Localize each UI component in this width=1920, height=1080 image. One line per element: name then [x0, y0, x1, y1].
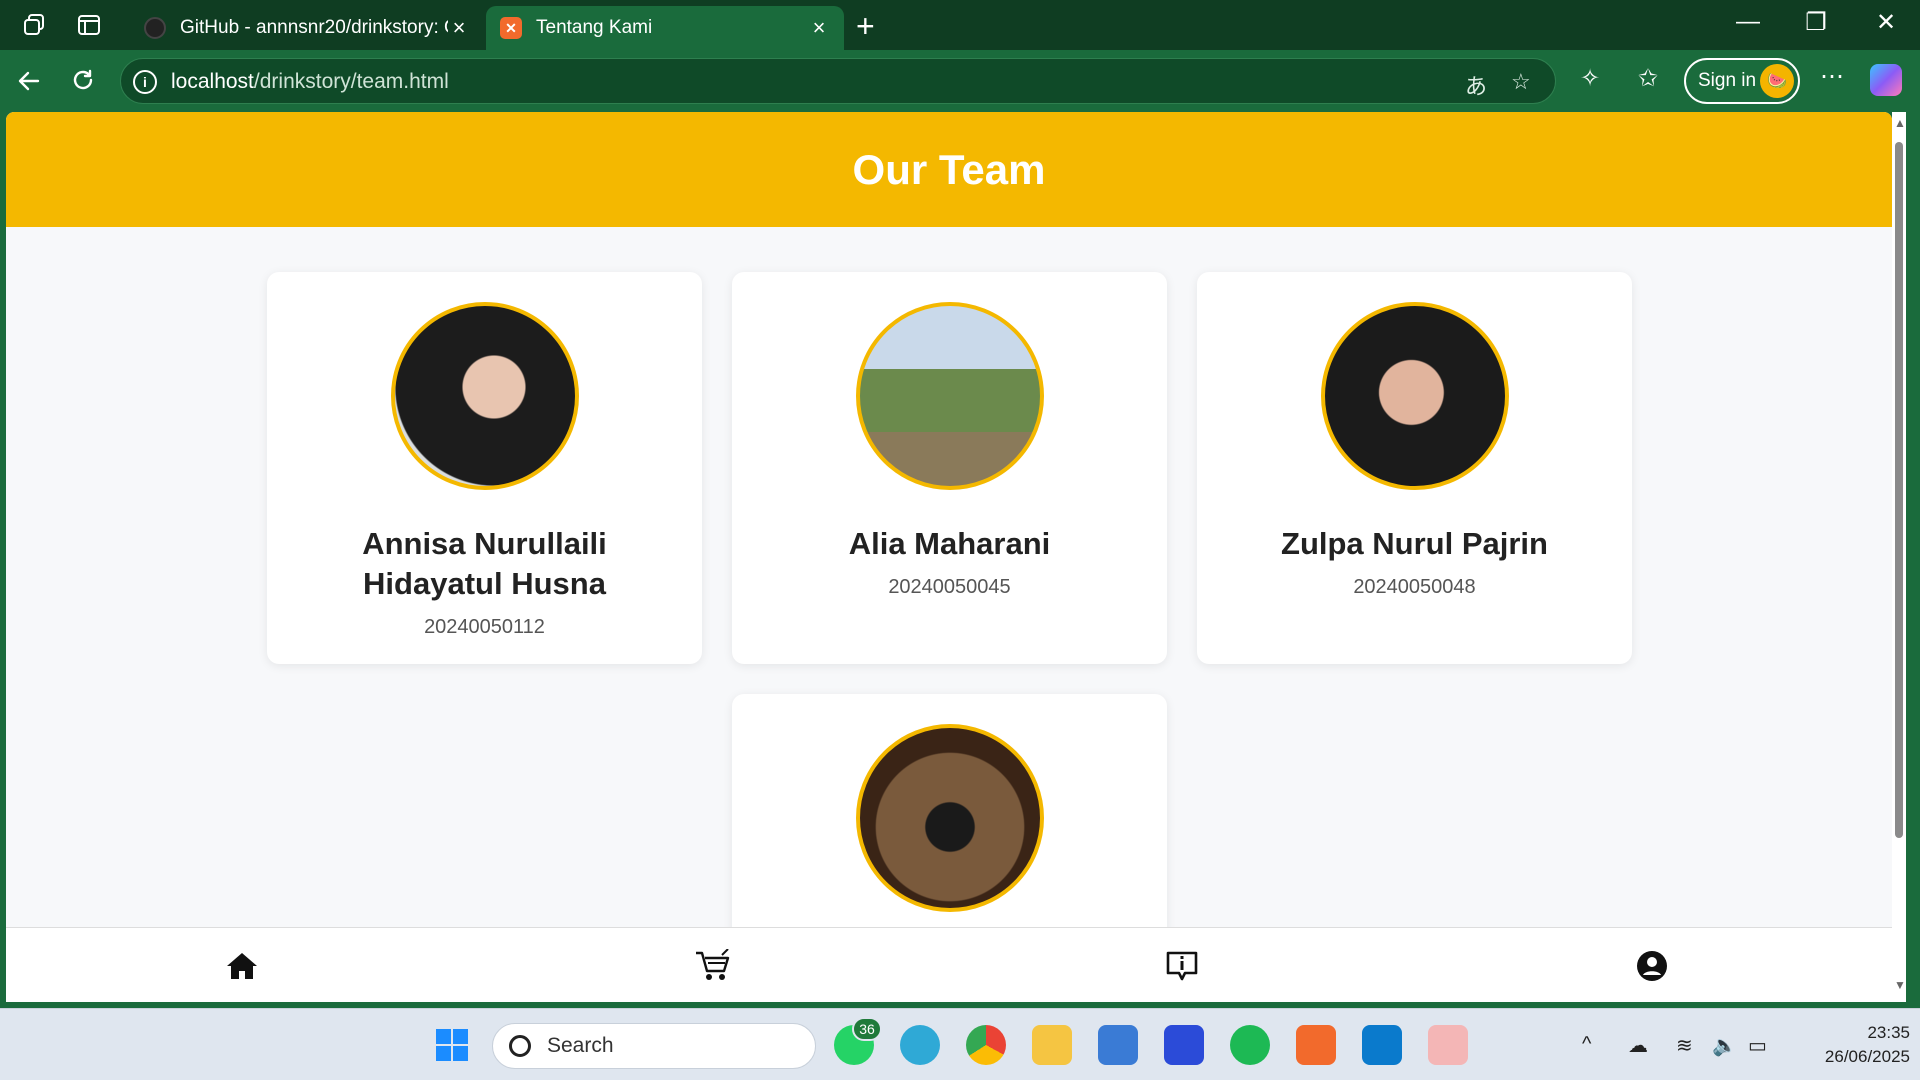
windows-taskbar: Search 36 ^ ☁ ≋ 🔈 ▭ 23:35 26/06/2025	[0, 1008, 1920, 1080]
bottom-navigation	[6, 927, 1892, 1002]
member-nim: 20240050048	[1353, 576, 1476, 598]
favorites-icon[interactable]: ✩	[1638, 64, 1658, 93]
scroll-down-icon[interactable]: ▼	[1894, 978, 1906, 992]
copilot-icon[interactable]	[1870, 64, 1902, 96]
url-text[interactable]: localhost/drinkstory/team.html	[171, 70, 449, 94]
xampp-app-icon[interactable]	[1296, 1025, 1336, 1065]
close-window-button[interactable]: ✕	[1856, 8, 1916, 37]
page-header: Our Team	[6, 112, 1892, 227]
workspaces-icon[interactable]	[20, 10, 50, 40]
more-menu-icon[interactable]: ⋯	[1820, 62, 1844, 91]
clock[interactable]: 23:35 26/06/2025	[1790, 1021, 1910, 1069]
onedrive-icon[interactable]: ☁	[1628, 1033, 1648, 1058]
member-photo	[856, 724, 1044, 912]
info-icon[interactable]	[1162, 946, 1202, 986]
restore-button[interactable]: ❐	[1786, 8, 1846, 37]
search-icon	[509, 1035, 531, 1057]
member-nim: 20240050112	[424, 616, 545, 638]
member-name: Annisa Nurullaili Hidayatul Husna	[362, 526, 607, 601]
tab-actions-icon[interactable]	[74, 10, 104, 40]
tab-title: Tentang Kami	[536, 17, 653, 38]
close-tab-icon[interactable]: ×	[808, 15, 830, 41]
team-card: Alia Maharani 20240050045	[732, 272, 1167, 664]
battery-icon[interactable]: ▭	[1748, 1033, 1767, 1058]
team-card: Annisa Nurullaili Hidayatul Husna 202400…	[267, 272, 702, 664]
refresh-button[interactable]	[64, 62, 102, 100]
taskbar-search[interactable]: Search	[492, 1023, 816, 1069]
member-photo	[391, 302, 579, 490]
extensions-icon[interactable]: ✧	[1580, 64, 1600, 93]
page-scrollbar[interactable]: ▲ ▼	[1892, 112, 1906, 1002]
page-viewport: Our Team Annisa Nurullaili Hidayatul Hus…	[6, 112, 1892, 1002]
search-label: Search	[547, 1034, 614, 1057]
sign-in-button[interactable]: Sign in 🍉	[1684, 58, 1800, 104]
member-name: Alia Maharani	[848, 526, 1051, 561]
favorite-star-icon[interactable]: ☆	[1511, 69, 1531, 95]
github-icon	[144, 17, 166, 39]
scroll-up-icon[interactable]: ▲	[1894, 116, 1906, 130]
page-title: Our Team	[852, 145, 1046, 193]
file-explorer-icon[interactable]	[1032, 1025, 1072, 1065]
snipping-tool-icon[interactable]	[1428, 1025, 1468, 1065]
volume-icon[interactable]: 🔈	[1712, 1033, 1737, 1058]
team-card: Zulpa Nurul Pajrin 20240050048	[1197, 272, 1632, 664]
member-name: Zulpa Nurul Pajrin	[1281, 526, 1548, 561]
browser-toolbar: i localhost/drinkstory/team.html あ ☆	[0, 50, 1920, 112]
edge-icon[interactable]	[900, 1025, 940, 1065]
scroll-thumb[interactable]	[1895, 142, 1903, 838]
sign-in-label: Sign in	[1698, 70, 1757, 91]
browser-titlebar: GitHub - annnsnr20/drinkstory: O × ✕ Ten…	[0, 0, 1920, 50]
user-icon[interactable]	[1632, 946, 1672, 986]
spotify-icon[interactable]	[1230, 1025, 1270, 1065]
notification-badge: 36	[852, 1017, 882, 1041]
site-info-icon[interactable]: i	[133, 70, 157, 94]
vscode-icon[interactable]	[1362, 1025, 1402, 1065]
address-bar[interactable]: i localhost/drinkstory/team.html あ ☆	[120, 58, 1556, 104]
show-hidden-icons[interactable]: ^	[1582, 1033, 1591, 1056]
back-button[interactable]	[10, 62, 48, 100]
clock-time: 23:35	[1867, 1023, 1910, 1042]
xampp-icon: ✕	[500, 17, 522, 39]
close-tab-icon[interactable]: ×	[448, 15, 470, 41]
member-photo	[1321, 302, 1509, 490]
wifi-icon[interactable]: ≋	[1676, 1033, 1693, 1058]
editor-app-icon[interactable]	[1164, 1025, 1204, 1065]
member-photo	[856, 302, 1044, 490]
store-icon[interactable]	[1098, 1025, 1138, 1065]
home-icon[interactable]	[222, 946, 262, 986]
translate-icon[interactable]: あ	[1465, 69, 1487, 101]
member-nim: 20240050045	[888, 576, 1011, 598]
new-tab-button[interactable]: +	[856, 8, 875, 45]
tab-title: GitHub - annnsnr20/drinkstory: O	[180, 17, 448, 38]
minimize-button[interactable]: —	[1718, 8, 1778, 36]
profile-avatar-icon: 🍉	[1760, 64, 1794, 98]
tab-github[interactable]: GitHub - annnsnr20/drinkstory: O ×	[130, 6, 484, 50]
start-icon[interactable]	[432, 1025, 472, 1065]
tab-tentang-kami[interactable]: ✕ Tentang Kami ×	[486, 6, 844, 50]
chrome-icon[interactable]	[966, 1025, 1006, 1065]
cart-icon[interactable]	[692, 946, 732, 986]
clock-date: 26/06/2025	[1824, 1047, 1910, 1066]
